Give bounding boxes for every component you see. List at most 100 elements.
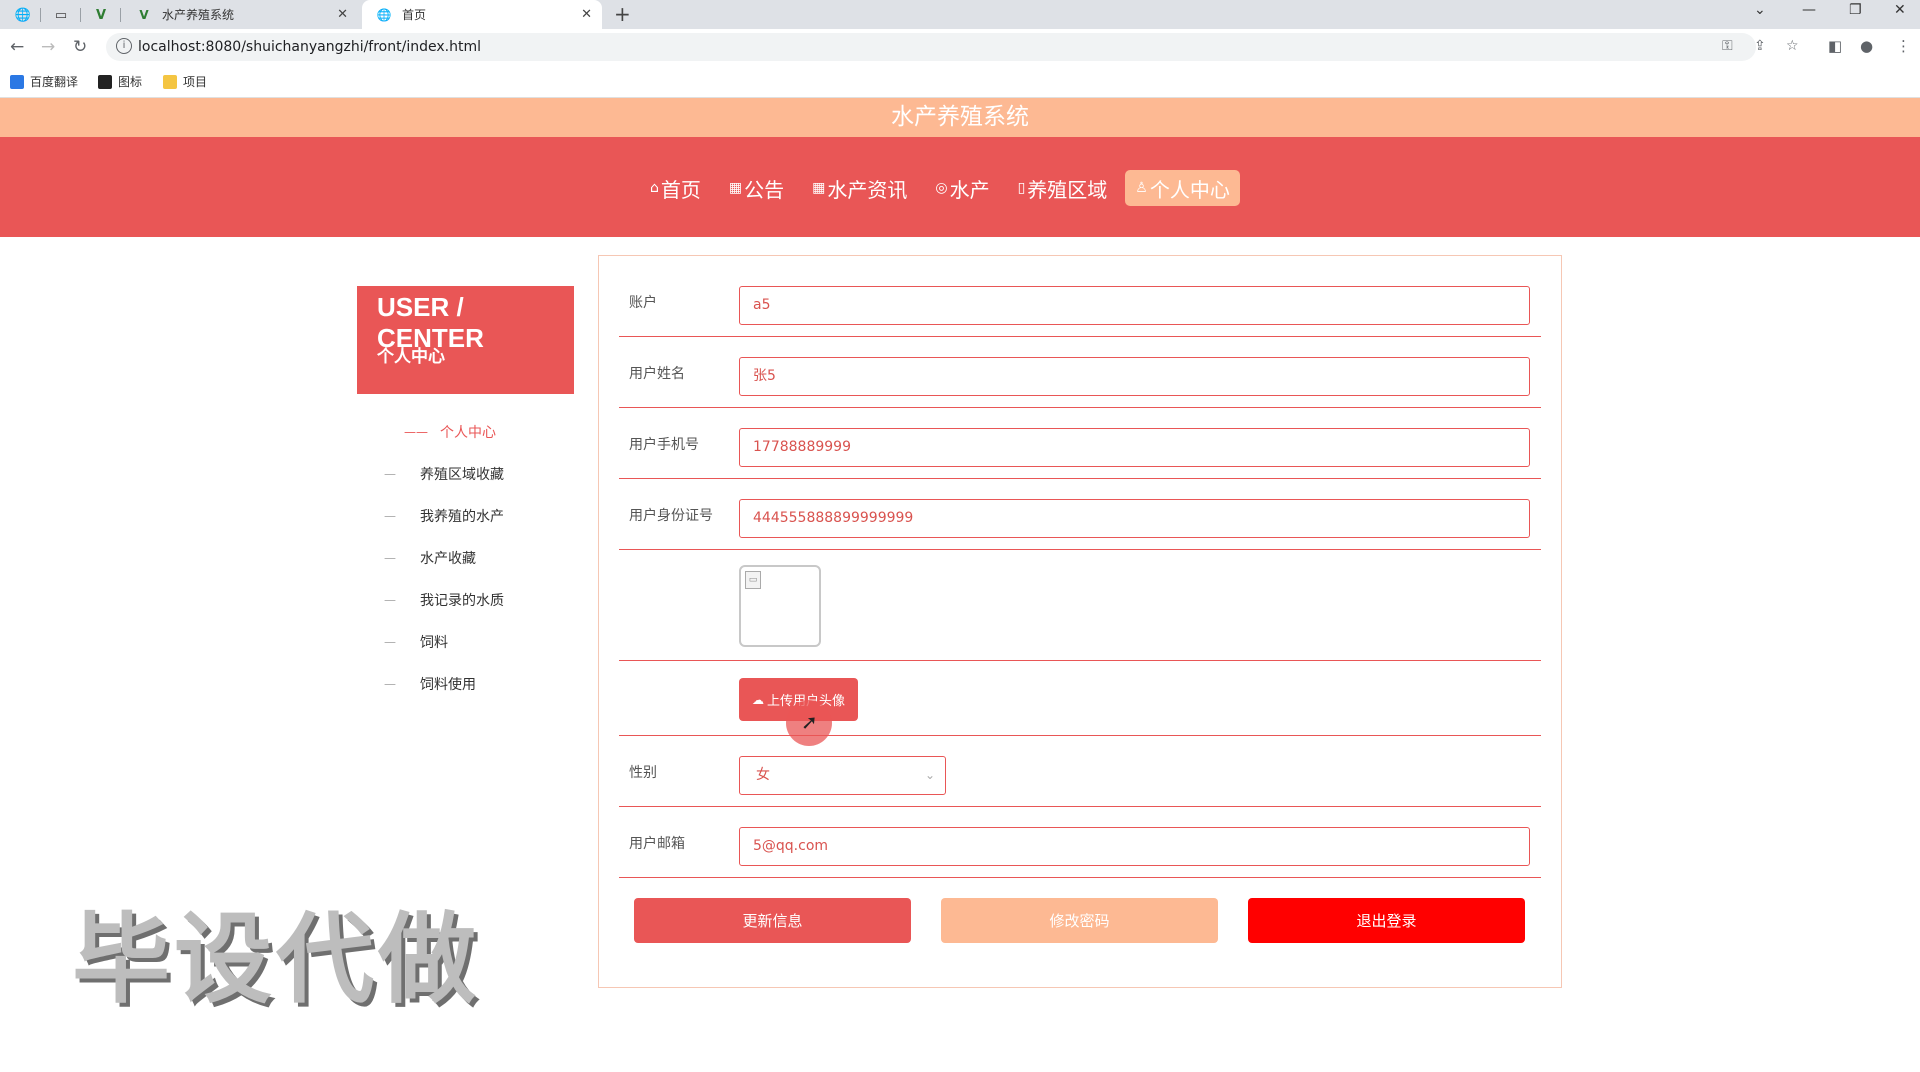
nav-user-center[interactable]: ♙ 个人中心 (1125, 170, 1240, 206)
email-input[interactable]: 5@qq.com (739, 827, 1530, 866)
share-icon[interactable]: ⇪ (1754, 38, 1766, 54)
mouse-cursor-icon: ➚ (801, 710, 818, 734)
translate-icon (10, 74, 24, 89)
forward-icon[interactable]: → (41, 37, 55, 57)
chevron-down-icon: ⌄ (924, 768, 935, 782)
form-row-phone: 用户手机号 17788889999 (619, 407, 1541, 479)
update-info-button[interactable]: 更新信息 (634, 898, 911, 943)
account-input[interactable]: a5 (739, 286, 1530, 325)
idcard-input[interactable]: 444555888899999999 (739, 499, 1530, 538)
grid-icon: ▦ (812, 180, 826, 196)
dash: — (384, 509, 396, 523)
menu-kebab-icon[interactable]: ⋮ (1896, 37, 1911, 55)
nav-label: 公告 (744, 177, 785, 202)
sidebar-item-user-center[interactable]: —— 个人中心 (370, 422, 570, 464)
vue-icon: V (139, 7, 149, 22)
account-label: 账户 (629, 295, 657, 311)
phone-input[interactable]: 17788889999 (739, 428, 1530, 467)
close-tab-icon[interactable]: ✕ (337, 7, 348, 22)
tab-search-chevron-icon[interactable]: ⌄ (1754, 2, 1766, 18)
gender-label: 性别 (629, 765, 657, 781)
nav-label: 个人中心 (1149, 177, 1230, 202)
bookmark-baidu-translate[interactable]: 百度翻译 (10, 73, 78, 90)
nav-aquatic[interactable]: ◎ 水产 (925, 170, 999, 206)
user-center-cn-title: 个人中心 (377, 347, 445, 367)
back-icon[interactable]: ← (10, 37, 24, 57)
url-text[interactable]: localhost:8080/shuichanyangzhi/front/ind… (138, 39, 481, 55)
minimize-icon[interactable]: — (1802, 2, 1816, 18)
watermark-text: 毕设代做 (72, 903, 481, 1017)
reload-icon[interactable]: ↻ (73, 37, 87, 57)
change-password-button[interactable]: 修改密码 (941, 898, 1218, 943)
sidebar-item-area-favorites[interactable]: — 养殖区域收藏 (370, 464, 570, 506)
form-row-gender: 性别 女 ⌄ (619, 735, 1541, 807)
tab-separator (40, 8, 41, 22)
name-label: 用户姓名 (629, 366, 685, 382)
sidebar-item-feed-usage[interactable]: — 饲料使用 (370, 674, 570, 716)
user-center-header: USER / CENTER 个人中心 (357, 286, 574, 394)
sidebar-item-label: 饲料使用 (420, 677, 476, 693)
tab-separator (80, 8, 81, 22)
bookmark-icons[interactable]: 图标 (98, 73, 142, 90)
url-bar[interactable]: i localhost:8080/shuichanyangzhi/front/i… (106, 33, 1799, 61)
vue-tab-icon[interactable]: V (88, 4, 114, 26)
bookmark-star-icon[interactable]: ☆ (1786, 38, 1799, 54)
profile-icon[interactable]: ● (1860, 37, 1873, 55)
close-window-icon[interactable]: ✕ (1894, 2, 1906, 18)
sidebar-item-aquatic-favorites[interactable]: — 水产收藏 (370, 548, 570, 590)
form-row-name: 用户姓名 张5 (619, 336, 1541, 408)
bookmark-label: 百度翻译 (30, 75, 79, 89)
cloud-upload-icon: ☁ (751, 692, 764, 707)
tab-home[interactable]: 🌐 首页 ✕ (362, 0, 602, 29)
tab-shuichan[interactable]: V 水产养殖系统 ✕ (122, 0, 358, 29)
form-row-email: 用户邮箱 5@qq.com (619, 806, 1541, 878)
name-input[interactable]: 张5 (739, 357, 1530, 396)
sidebar-item-my-aquatic[interactable]: — 我养殖的水产 (370, 506, 570, 548)
home-icon: ⌂ (650, 180, 659, 196)
idcard-label: 用户身份证号 (629, 508, 713, 524)
email-label: 用户邮箱 (629, 836, 685, 852)
sidepanel-icon[interactable]: ◧ (1828, 37, 1842, 55)
browser-tab-strip: 🌐 ▭ V V 水产养殖系统 ✕ 🌐 首页 ✕ + ⌄ — ❐ ✕ (0, 0, 1920, 29)
close-tab-icon[interactable]: ✕ (581, 7, 592, 22)
form-row-upload: ☁ 上传用户头像 ➚ (619, 660, 1541, 746)
tab-title: 首页 (402, 8, 427, 22)
sidebar-item-label: 个人中心 (440, 425, 496, 441)
bookmarks-bar: 百度翻译 图标 项目 (0, 66, 1920, 98)
sidebar-menu: —— 个人中心 — 养殖区域收藏 — 我养殖的水产 — 水产收藏 — 我记录的水… (370, 422, 570, 716)
dash: — (384, 551, 396, 565)
nav-label: 首页 (660, 177, 701, 202)
dash: — (384, 677, 396, 691)
nav-notice[interactable]: ▦ 公告 (719, 170, 794, 206)
site-info-icon[interactable]: i (116, 38, 132, 54)
form-row-account: 账户 a5 (619, 256, 1541, 337)
sidebar-item-feed[interactable]: — 饲料 (370, 632, 570, 674)
form-row-idcard: 用户身份证号 444555888899999999 (619, 478, 1541, 550)
sidebar-item-label: 养殖区域收藏 (420, 467, 504, 483)
gender-select[interactable]: 女 ⌄ (739, 756, 946, 795)
form-row-avatar: ▭ (619, 549, 1541, 661)
user-icon: ♙ (1135, 180, 1148, 196)
notice-icon: ▦ (728, 180, 743, 196)
key-icon[interactable]: ⚿ (1722, 38, 1733, 54)
logout-button[interactable]: 退出登录 (1248, 898, 1525, 943)
dash: — (384, 635, 396, 649)
tab-title: 水产养殖系统 (162, 8, 235, 22)
bookmark-project[interactable]: 项目 (163, 73, 207, 90)
profile-form: 账户 a5 用户姓名 张5 用户手机号 17788889999 用户身份证号 4… (598, 255, 1562, 988)
globe-icon[interactable]: 🌐 (10, 4, 36, 26)
phone-label: 用户手机号 (629, 437, 699, 453)
address-bar-row: ← → ↻ i localhost:8080/shuichanyangzhi/f… (0, 29, 1920, 66)
nav-news[interactable]: ▦ 水产资讯 (802, 170, 917, 206)
tab-separator (120, 8, 121, 22)
dash: — (384, 467, 396, 481)
blank-tab-icon[interactable]: ▭ (48, 4, 74, 26)
new-tab-icon[interactable]: + (614, 2, 631, 26)
restore-icon[interactable]: ❐ (1849, 2, 1862, 18)
broken-image-icon: ▭ (745, 571, 761, 589)
nav-home[interactable]: ⌂ 首页 (640, 170, 711, 206)
sidebar-item-label: 饲料 (420, 635, 448, 651)
nav-area[interactable]: ▯ 养殖区域 (1008, 170, 1118, 206)
sidebar-item-water-quality[interactable]: — 我记录的水质 (370, 590, 570, 632)
nav-label: 水产 (949, 177, 990, 202)
